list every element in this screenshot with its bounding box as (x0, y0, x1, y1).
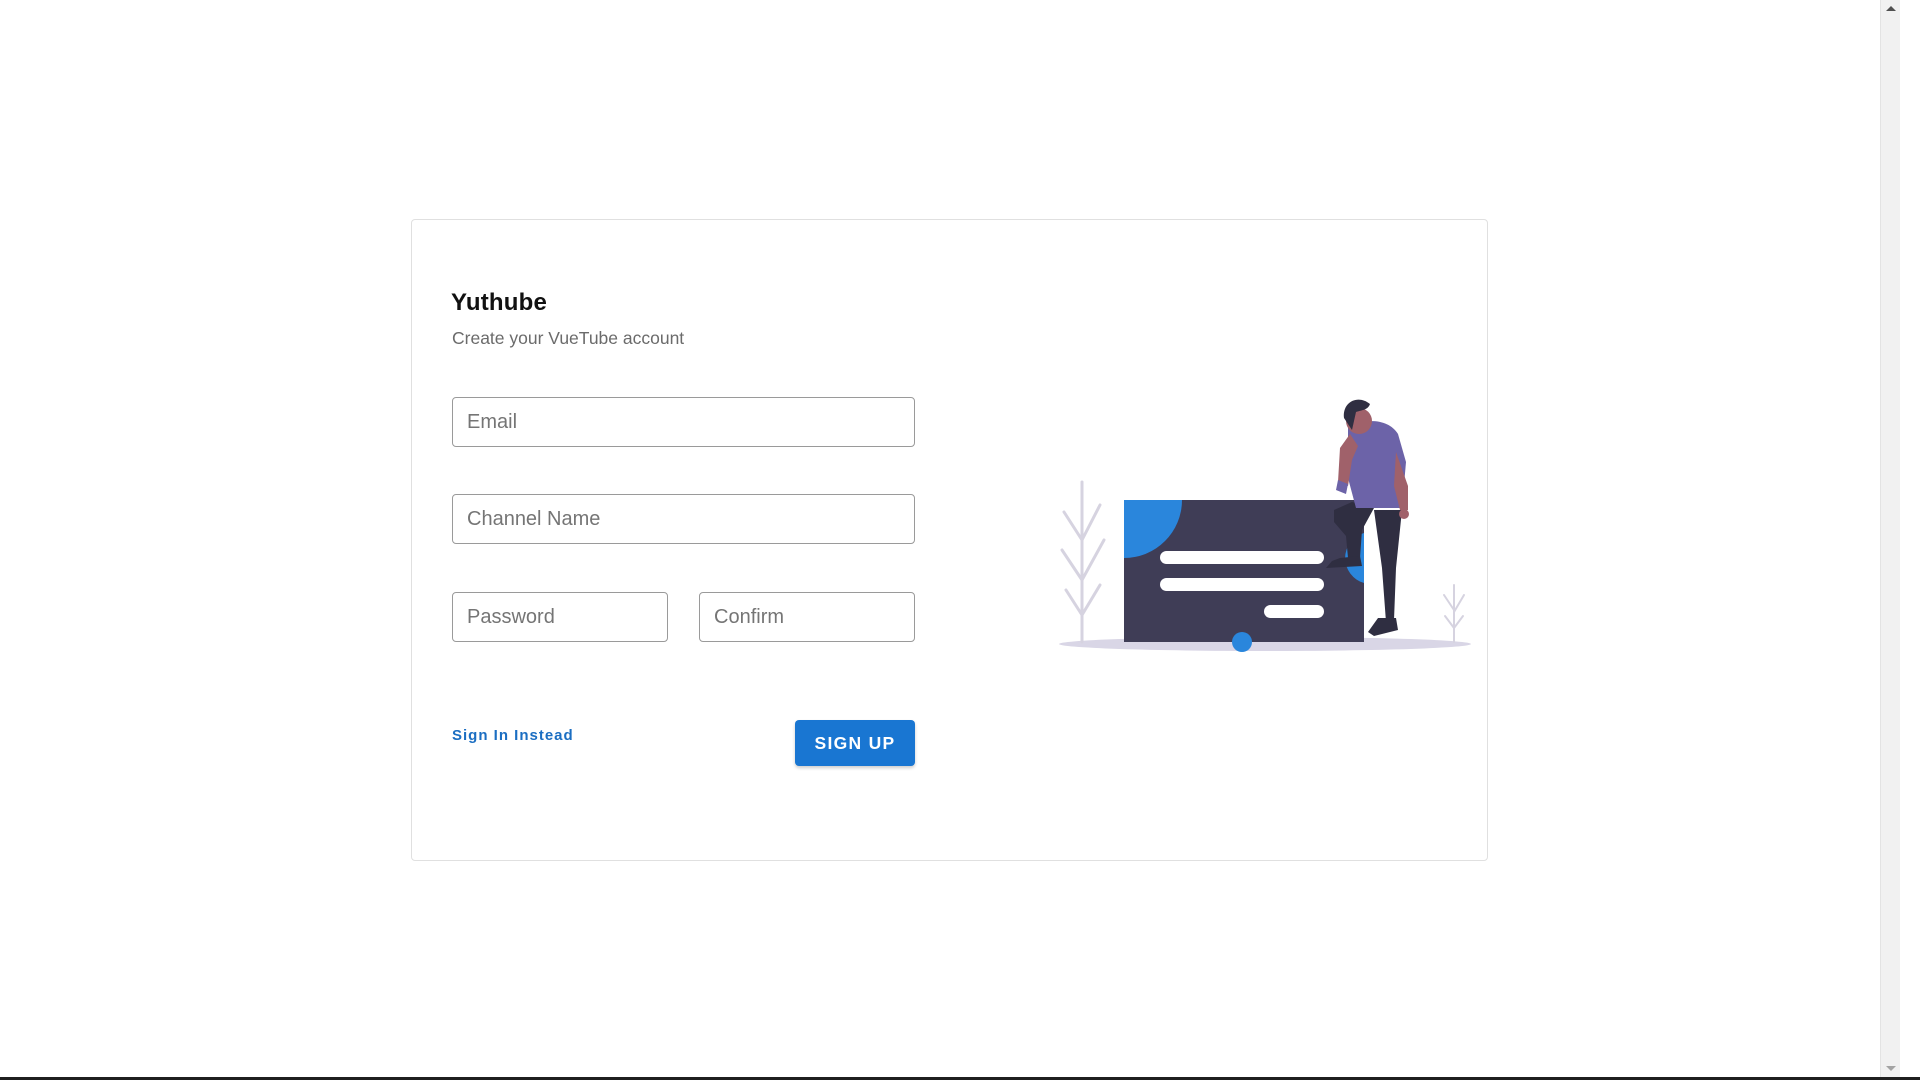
form-subtitle: Create your VueTube account (452, 328, 685, 348)
brand-title: Yuthube (451, 289, 548, 316)
vertical-scrollbar[interactable] (1880, 0, 1900, 1077)
scroll-down-arrow-icon[interactable] (1881, 1060, 1900, 1077)
sign-up-button[interactable]: SIGN UP (795, 720, 915, 766)
sign-in-instead-link[interactable]: Sign In Instead (452, 727, 574, 744)
person-thinking-illustration (1059, 399, 1471, 652)
page-viewport: Yuthube Create your VueTube account Sign… (0, 0, 1900, 1077)
channel-name-field[interactable] (452, 494, 915, 544)
password-field[interactable] (452, 592, 668, 642)
scroll-up-arrow-icon[interactable] (1881, 0, 1900, 17)
signup-card: Yuthube Create your VueTube account Sign… (411, 219, 1488, 861)
confirm-password-field[interactable] (699, 592, 915, 642)
email-field[interactable] (452, 397, 915, 447)
